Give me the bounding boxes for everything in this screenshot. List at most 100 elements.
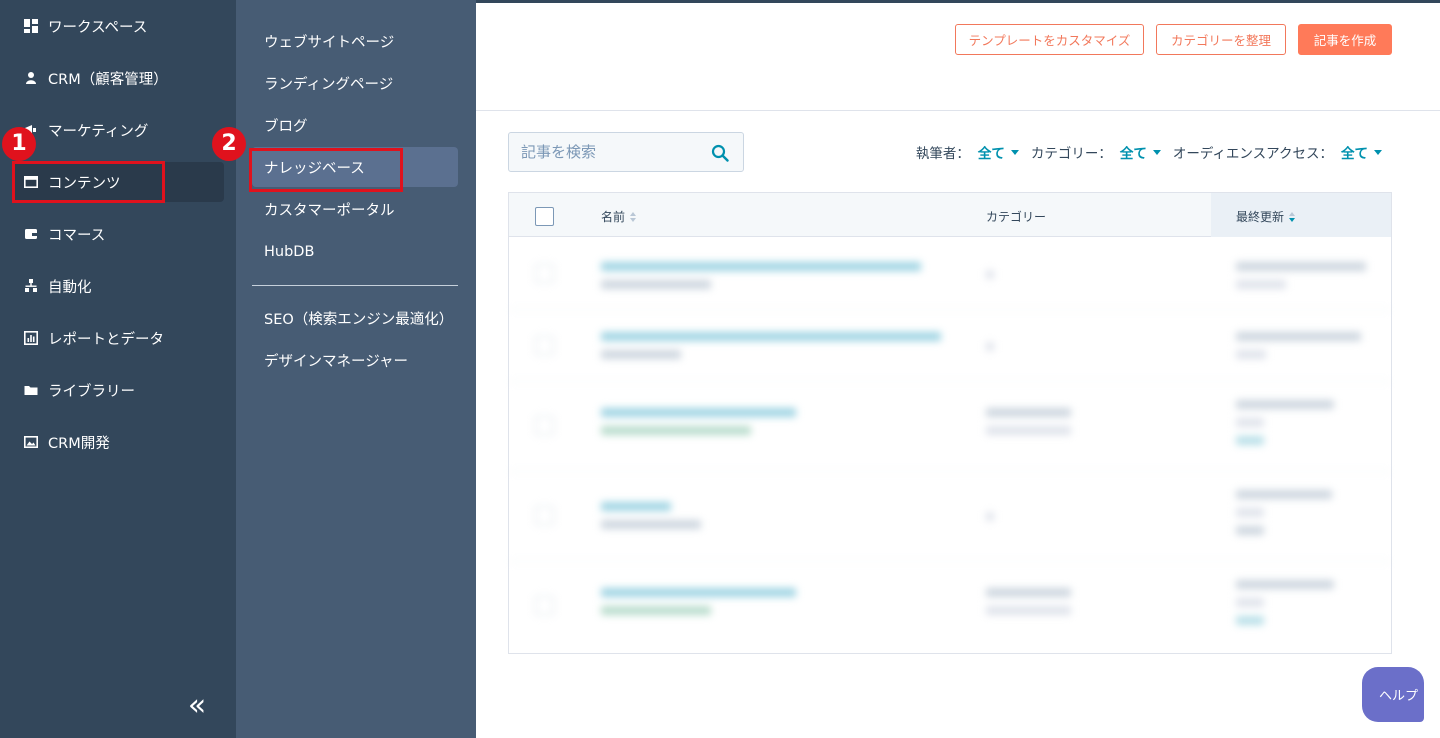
- primary-sidebar: ワークスペース CRM（顧客管理） マーケティング コンテンツ コマース 自動化: [0, 0, 236, 738]
- nav-marketing[interactable]: マーケティング: [12, 110, 224, 150]
- category-filter-value: 全て: [1119, 146, 1147, 162]
- blurred-category: [986, 342, 994, 351]
- nav-crm[interactable]: CRM（顧客管理）: [12, 58, 224, 98]
- articles-table: 名前 カテゴリー 最終更新: [508, 192, 1392, 654]
- row-checkbox[interactable]: [535, 506, 554, 525]
- audience-filter-dropdown[interactable]: 全て: [1341, 142, 1382, 162]
- row-checkbox[interactable]: [535, 336, 554, 355]
- subnav-website-pages-label: ウェブサイトページ: [264, 34, 395, 51]
- nav-automation-label: 自動化: [48, 279, 92, 296]
- blurred-title: [601, 332, 941, 341]
- row-checkbox[interactable]: [535, 416, 554, 435]
- subnav-hubdb-label: HubDB: [264, 244, 315, 260]
- blurred-link: [1236, 526, 1264, 535]
- subnav-seo-label: SEO（検索エンジン最適化）: [264, 311, 454, 328]
- sort-descending-icon: [1289, 211, 1296, 222]
- blurred-category: [986, 512, 994, 521]
- create-article-button[interactable]: 記事を作成: [1298, 24, 1392, 55]
- nav-commerce[interactable]: コマース: [12, 214, 224, 254]
- annotation-highlight-content: [12, 161, 165, 203]
- blurred-title: [601, 408, 796, 417]
- blurred-meta: [601, 426, 751, 435]
- customize-template-button[interactable]: テンプレートをカスタマイズ: [955, 24, 1144, 55]
- collapse-sidebar-button[interactable]: «: [184, 691, 210, 722]
- blurred-category-2: [986, 426, 1071, 435]
- blurred-category: [986, 588, 1071, 597]
- subnav-blog-label: ブログ: [264, 118, 308, 135]
- chevron-down-icon: [1152, 149, 1161, 155]
- wallet-icon: [24, 227, 38, 241]
- nav-reports[interactable]: レポートとデータ: [12, 318, 224, 358]
- grid-icon: [24, 19, 38, 33]
- search-icon[interactable]: [711, 144, 729, 162]
- subnav-design-manager-label: デザインマネージャー: [264, 353, 408, 370]
- subnav-design-manager[interactable]: デザインマネージャー: [252, 340, 458, 380]
- row-checkbox[interactable]: [535, 264, 554, 283]
- category-filter-label: カテゴリー：: [1030, 146, 1112, 162]
- select-all-checkbox[interactable]: [535, 207, 554, 226]
- search-box: [508, 132, 744, 172]
- folder-icon: [24, 383, 38, 397]
- help-button[interactable]: ヘルプ: [1362, 667, 1424, 722]
- nav-workspace[interactable]: ワークスペース: [12, 6, 224, 46]
- nav-crm-development[interactable]: CRM開発: [12, 422, 224, 462]
- subnav-customer-portal[interactable]: カスタマーポータル: [252, 189, 458, 229]
- column-header-name-label: 名前: [601, 210, 626, 224]
- subnav-blog[interactable]: ブログ: [252, 105, 458, 145]
- column-header-category[interactable]: カテゴリー: [986, 208, 1046, 225]
- bar-chart-icon: [24, 331, 38, 345]
- category-filter-dropdown[interactable]: 全て: [1120, 142, 1161, 162]
- secondary-sidebar: ウェブサイトページ ランディングページ ブログ ナレッジベース カスタマーポータ…: [236, 0, 476, 738]
- blurred-meta: [601, 350, 681, 359]
- column-header-category-label: カテゴリー: [986, 210, 1047, 224]
- audience-filter-label: オーディエンスアクセス：: [1172, 146, 1333, 162]
- nav-crm-label: CRM（顧客管理）: [48, 71, 168, 88]
- row-checkbox[interactable]: [535, 596, 554, 615]
- subnav-divider: [252, 285, 458, 286]
- blurred-link: [1236, 436, 1264, 445]
- table-row[interactable]: [509, 382, 1391, 472]
- subnav-hubdb[interactable]: HubDB: [252, 232, 458, 272]
- author-filter-label: 執筆者：: [915, 146, 970, 162]
- audience-filter-value: 全て: [1341, 146, 1368, 162]
- person-icon: [24, 71, 38, 85]
- help-label: ヘルプ: [1378, 689, 1418, 704]
- blurred-category-2: [986, 606, 1071, 615]
- column-header-last-updated-label: 最終更新: [1236, 210, 1285, 224]
- author-filter-dropdown[interactable]: 全て: [978, 142, 1019, 162]
- workflow-icon: [24, 279, 38, 293]
- subnav-landing-pages[interactable]: ランディングページ: [252, 63, 458, 103]
- sort-icon: [630, 211, 637, 222]
- blurred-date: [1236, 400, 1334, 409]
- table-row[interactable]: [509, 472, 1391, 562]
- blurred-meta: [601, 520, 701, 529]
- search-input[interactable]: [521, 143, 701, 161]
- blurred-meta: [601, 606, 711, 615]
- blurred-title: [601, 262, 921, 271]
- blurred-meta: [601, 280, 711, 289]
- blurred-date: [1236, 332, 1361, 341]
- subnav-seo[interactable]: SEO（検索エンジン最適化）: [252, 298, 458, 338]
- nav-reports-label: レポートとデータ: [48, 331, 164, 348]
- column-header-last-updated[interactable]: 最終更新: [1236, 208, 1296, 225]
- subnav-website-pages[interactable]: ウェブサイトページ: [252, 21, 458, 61]
- table-row[interactable]: [509, 310, 1391, 382]
- chevron-down-icon: [1010, 149, 1019, 155]
- column-header-name[interactable]: 名前: [601, 208, 637, 225]
- blurred-author: [1236, 350, 1266, 359]
- blurred-date: [1236, 262, 1366, 271]
- organize-categories-button[interactable]: カテゴリーを整理: [1156, 24, 1286, 55]
- nav-library[interactable]: ライブラリー: [12, 370, 224, 410]
- annotation-highlight-knowledge-base: [249, 148, 403, 192]
- chevron-down-icon: [1374, 149, 1382, 155]
- filter-bar: 執筆者： 全て カテゴリー： 全て オーディエンスアクセス： 全て: [916, 142, 1382, 162]
- blurred-author: [1236, 280, 1286, 289]
- table-row[interactable]: [509, 238, 1391, 310]
- blurred-category: [986, 270, 994, 279]
- nav-workspace-label: ワークスペース: [48, 19, 148, 36]
- blurred-category: [986, 408, 1071, 417]
- nav-commerce-label: コマース: [48, 227, 106, 244]
- blurred-author: [1236, 508, 1264, 517]
- nav-automation[interactable]: 自動化: [12, 266, 224, 306]
- table-row[interactable]: [509, 562, 1391, 654]
